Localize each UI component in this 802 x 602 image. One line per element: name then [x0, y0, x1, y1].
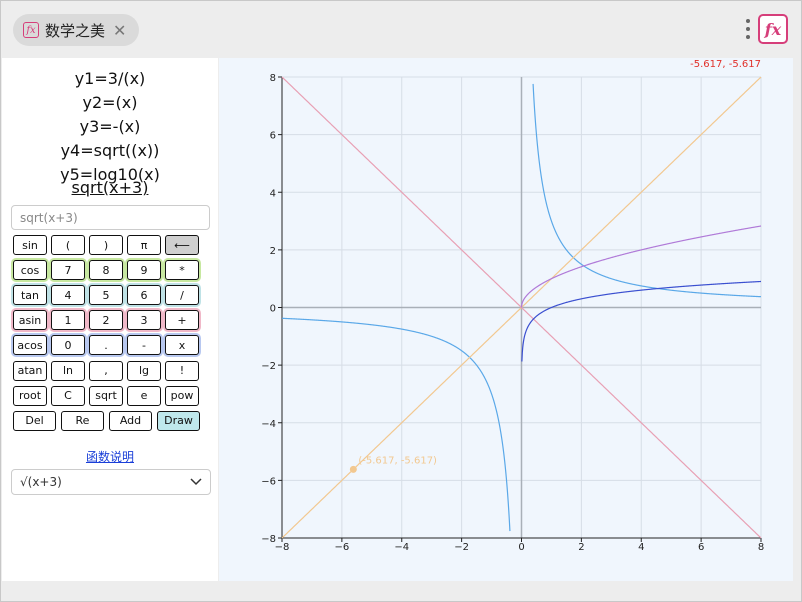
key-plus-button[interactable]: +: [165, 310, 199, 331]
function-list: y1=3/(x) y2=(x) y3=-(x) y4=sqrt((x)) y5=…: [2, 67, 218, 187]
series-line-3x: [281, 317, 511, 532]
x-tick-label: −4: [394, 542, 409, 553]
fx-app-icon[interactable]: fx: [758, 14, 788, 44]
key-0-button[interactable]: 0: [51, 335, 85, 356]
function-panel: y1=3/(x) y2=(x) y3=-(x) y4=sqrt((x)) y5=…: [2, 58, 218, 581]
key-root-button[interactable]: root: [13, 385, 47, 406]
series-line-3x: [532, 83, 762, 298]
function-item[interactable]: y3=-(x): [2, 115, 218, 139]
x-tick-label: 8: [758, 542, 764, 553]
tab-title: 数学之美: [45, 21, 106, 40]
key-3-button[interactable]: 3: [127, 310, 161, 331]
key-add-button[interactable]: Add: [109, 410, 152, 431]
key-lg-button[interactable]: lg: [127, 360, 161, 381]
key-minus-button[interactable]: -: [127, 335, 161, 356]
expression-input[interactable]: [11, 205, 210, 230]
key-2-button[interactable]: 2: [89, 310, 123, 331]
key-tan-button[interactable]: tan: [13, 285, 47, 306]
key-acos-button[interactable]: acos: [13, 335, 47, 356]
function-select-value: √(x+3): [20, 475, 62, 489]
fx-icon: fx: [23, 22, 39, 38]
x-tick-label: 4: [638, 542, 644, 553]
y-tick-label: 0: [270, 304, 276, 315]
y-tick-label: −2: [261, 361, 276, 372]
key-del-button[interactable]: Del: [13, 410, 56, 431]
key-1-button[interactable]: 1: [51, 310, 85, 331]
chevron-down-icon: [190, 478, 202, 486]
key-cos-button[interactable]: cos: [13, 260, 47, 281]
key-comma-button[interactable]: ,: [89, 360, 123, 381]
key-sqrt-button[interactable]: sqrt: [89, 385, 123, 406]
key-ln-button[interactable]: ln: [51, 360, 85, 381]
key-pow-button[interactable]: pow: [165, 385, 199, 406]
key-9-button[interactable]: 9: [127, 260, 161, 281]
key-sin-button[interactable]: sin: [13, 235, 47, 255]
current-expression: sqrt(x+3): [71, 178, 149, 197]
key-6-button[interactable]: 6: [127, 285, 161, 306]
x-tick-label: 2: [578, 542, 584, 553]
key-open-paren-button[interactable]: (: [51, 235, 85, 255]
y-tick-label: −6: [261, 476, 276, 487]
key-e-button[interactable]: e: [127, 385, 161, 406]
key-atan-button[interactable]: atan: [13, 360, 47, 381]
close-icon[interactable]: ✕: [113, 21, 126, 40]
y-tick-label: 2: [270, 246, 276, 257]
x-tick-label: −6: [335, 542, 350, 553]
tab-math-beauty[interactable]: fx 数学之美 ✕: [13, 14, 139, 46]
function-help-link[interactable]: 函数说明: [2, 448, 218, 465]
key-dot-button[interactable]: .: [89, 335, 123, 356]
y-tick-label: 8: [270, 73, 276, 84]
coordinate-readout: -5.617, -5.617: [690, 59, 761, 70]
function-item[interactable]: y2=(x): [2, 91, 218, 115]
key-7-button[interactable]: 7: [51, 260, 85, 281]
key-pi-button[interactable]: π: [127, 235, 161, 255]
key-c-button[interactable]: C: [51, 385, 85, 406]
x-tick-label: −8: [275, 542, 290, 553]
key-5-button[interactable]: 5: [89, 285, 123, 306]
key-x-button[interactable]: x: [165, 335, 199, 356]
key-re-button[interactable]: Re: [61, 410, 104, 431]
key-asin-button[interactable]: asin: [13, 310, 47, 331]
y-tick-label: 6: [270, 131, 276, 142]
key-divide-button[interactable]: /: [165, 285, 199, 306]
key-factorial-button[interactable]: !: [165, 360, 199, 381]
y-tick-label: −4: [261, 419, 276, 430]
y-tick-label: 4: [270, 188, 276, 199]
key-4-button[interactable]: 4: [51, 285, 85, 306]
x-tick-label: 0: [518, 542, 524, 553]
y-tick-label: −8: [261, 534, 276, 545]
x-tick-label: 6: [698, 542, 704, 553]
app-window: fx 数学之美 ✕ fx y1=3/(x) y2=(x) y3=-(x) y4=…: [0, 0, 802, 602]
key-8-button[interactable]: 8: [89, 260, 123, 281]
key-draw-button[interactable]: Draw: [157, 410, 200, 431]
key-close-paren-button[interactable]: ): [89, 235, 123, 255]
function-item[interactable]: y1=3/(x): [2, 67, 218, 91]
key-multiply-button[interactable]: *: [165, 260, 199, 281]
graph-svg: −8 −6 −4 −2 0 2 4 6 8 8 6 4 2 0 −2 −4 −6 −8 (-5.617, -5.61…: [261, 73, 764, 553]
key-backspace-button[interactable]: ⟵: [165, 235, 199, 255]
point-marker: [349, 465, 357, 473]
point-label: (-5.617, -5.617): [358, 455, 437, 466]
function-select[interactable]: √(x+3): [11, 469, 211, 495]
graph-canvas[interactable]: -5.617, -5.617 −8 −6 −4 −2 0 2 4 6 8 8 6 4 2 0 −2 −4 −6−…: [219, 58, 793, 581]
function-item[interactable]: y4=sqrt((x)): [2, 139, 218, 163]
kebab-menu-icon[interactable]: [743, 17, 753, 43]
x-tick-label: −2: [454, 542, 469, 553]
